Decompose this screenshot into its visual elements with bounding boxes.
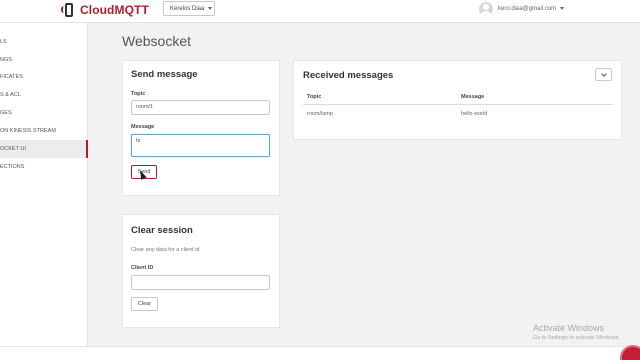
clear-session-title: Clear session (131, 225, 193, 236)
caret-down-icon (560, 7, 565, 10)
activate-windows-watermark: Activate Windows Go to Settings to activ… (533, 323, 620, 341)
sidebar-item-websocket-ui[interactable]: OCKET UI (0, 140, 88, 158)
topic-input[interactable]: room/1 (131, 100, 270, 115)
chevron-down-icon (600, 70, 607, 77)
sidebar: LS NGS FICATES S & ACL GES ON KINESIS ST… (0, 23, 88, 346)
table-cell-message: hello world (461, 111, 488, 117)
sidebar-item-settings[interactable]: NGS (0, 51, 88, 69)
user-email: kero.diaa@gmail.com (498, 5, 557, 12)
sidebar-item-label: ON KINESIS STREAM (0, 128, 56, 134)
sidebar-item-label: GES (0, 110, 12, 116)
client-id-label: Client ID (131, 265, 154, 271)
send-message-title: Send message (131, 69, 198, 80)
sidebar-item-certificates[interactable]: FICATES (0, 68, 88, 86)
sidebar-item-label: LS (0, 39, 7, 45)
message-label: Message (131, 124, 155, 130)
watermark-subtitle: Go to Settings to activate Windows. (533, 335, 620, 341)
sidebar-item-label: OCKET UI (0, 146, 26, 152)
sidebar-item-label: NGS (0, 57, 12, 63)
watermark-title: Activate Windows (533, 323, 605, 333)
clear-session-description: Clear any data for a client id (131, 247, 200, 253)
user-menu[interactable]: kero.diaa@gmail.com (479, 1, 565, 16)
collapse-toggle-button[interactable] (595, 68, 612, 81)
sidebar-item-kinesis[interactable]: ON KINESIS STREAM (0, 122, 88, 140)
client-id-input[interactable] (131, 275, 270, 290)
table-header-divider (303, 104, 613, 105)
bottom-strip (0, 346, 640, 360)
logo-text: CloudMQTT (80, 3, 149, 17)
clear-button[interactable]: Clear (131, 297, 158, 311)
sidebar-item-bridges[interactable]: GES (0, 104, 88, 122)
column-header-message: Message (461, 94, 485, 100)
caret-down-icon (208, 7, 213, 10)
sidebar-item-connections[interactable]: ECTIONS (0, 158, 88, 176)
sidebar-item-users-acl[interactable]: S & ACL (0, 86, 88, 104)
instance-selector[interactable]: Kerelos Diaa (163, 1, 215, 16)
sidebar-item-details[interactable]: LS (0, 33, 88, 51)
sidebar-item-label: FICATES (0, 74, 23, 80)
sidebar-item-label: ECTIONS (0, 164, 25, 170)
column-header-topic: Topic (307, 94, 322, 100)
table-cell-topic: room/lamp (307, 111, 333, 117)
logo[interactable]: CloudMQTT (61, 1, 149, 19)
sidebar-item-label: S & ACL (0, 92, 21, 98)
message-textarea[interactable]: hi (131, 134, 270, 157)
cloudmqtt-logo-icon (61, 2, 76, 18)
page-title: Websocket (122, 33, 191, 49)
topic-label: Topic (131, 91, 146, 97)
top-bar: CloudMQTT Kerelos Diaa kero.diaa@gmail.c… (0, 0, 640, 23)
instance-name: Kerelos Diaa (170, 5, 205, 12)
avatar (479, 1, 493, 16)
received-messages-title: Received messages (303, 70, 394, 81)
